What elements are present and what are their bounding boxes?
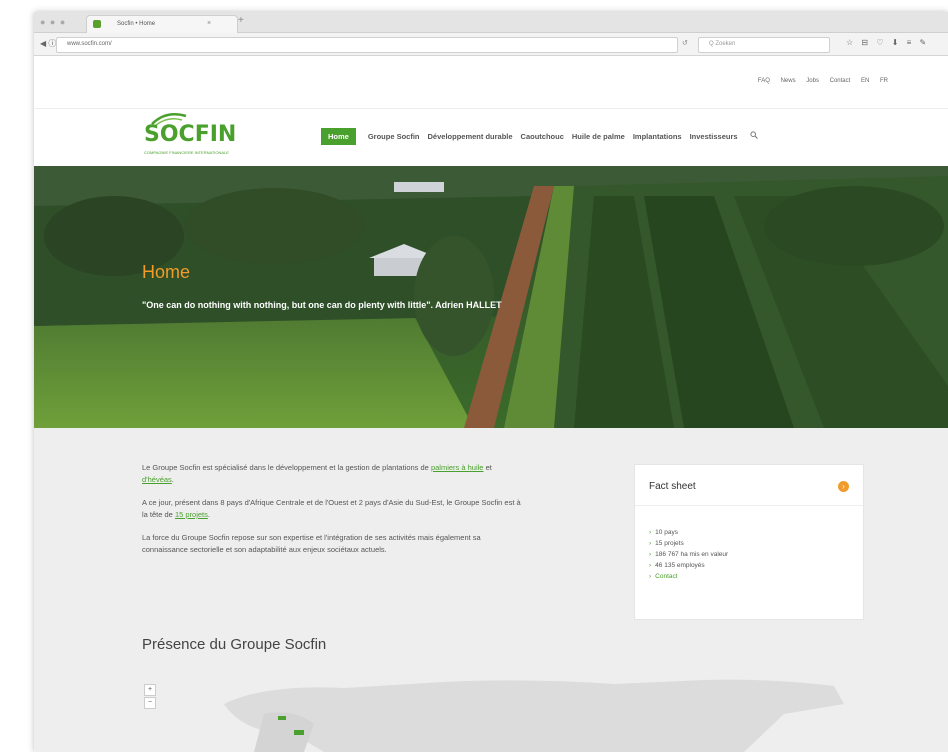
nav-developpement-durable[interactable]: Développement durable	[428, 132, 513, 141]
intro-paragraph-2: A ce jour, présent dans 8 pays d'Afrique…	[142, 497, 522, 521]
top-utility-nav: FAQ News Jobs Contact EN FR	[749, 78, 888, 84]
nav-investisseurs[interactable]: Investisseurs	[690, 132, 738, 141]
browser-search-input[interactable]: Q Zoeken	[698, 37, 830, 53]
topnav-faq[interactable]: FAQ	[758, 78, 770, 84]
favicon-icon	[93, 20, 101, 28]
map-zoom-in-button[interactable]: +	[144, 684, 156, 696]
tab-close-icon[interactable]: ×	[207, 20, 211, 27]
link-15-projets[interactable]: 15 projets	[175, 510, 208, 519]
intro-p1-end: .	[171, 475, 174, 484]
lang-en[interactable]: EN	[861, 78, 869, 84]
list-item: › 10 pays	[649, 527, 728, 538]
bullet-arrow-icon: ›	[649, 551, 652, 558]
fact-countries: 10 pays	[655, 529, 678, 536]
browser-tab[interactable]: Socfin • Home ×	[86, 15, 238, 33]
logo-text: SOCFIN	[144, 122, 237, 147]
fact-hectares: 186 767 ha mis en valeur	[655, 551, 729, 558]
topnav-news[interactable]: News	[781, 78, 796, 84]
list-item: › Contact	[649, 571, 728, 582]
intro-paragraph-3: La force du Groupe Socfin repose sur son…	[142, 533, 481, 554]
list-item: › 15 projets	[649, 538, 728, 549]
fact-sheet-arrow-icon[interactable]: ›	[838, 481, 849, 492]
map-zoom-out-button[interactable]: −	[144, 697, 156, 709]
fact-sheet-list: › 10 pays › 15 projets › 186 767 ha mis en …	[649, 527, 728, 582]
presence-title: Présence du Groupe Socfin	[142, 636, 327, 653]
browser-toolbar-icons[interactable]: ☆ ⊟ ♡ ⬇ ≡ ✎	[846, 38, 929, 47]
bullet-arrow-icon: ›	[649, 573, 652, 580]
fact-sheet-divider	[635, 505, 863, 506]
fact-contact-link[interactable]: Contact	[655, 573, 677, 580]
socfin-logo[interactable]: SOCFIN COMPAGNIE FINANCIERE INTERNATIONA…	[140, 113, 240, 162]
topnav-contact[interactable]: Contact	[830, 78, 851, 84]
tab-title: Socfin • Home	[117, 21, 156, 27]
link-heveas[interactable]: d'hévéas	[142, 475, 172, 484]
fact-sheet-card: Fact sheet › › 10 pays › 15 projets › 186 7…	[634, 464, 864, 620]
web-page: FAQ News Jobs Contact EN FR SOCFIN COMPA…	[34, 56, 948, 752]
nav-huile-de-palme[interactable]: Huile de palme	[572, 132, 625, 141]
link-palmiers-a-huile[interactable]: palmiers à huile	[431, 463, 484, 472]
search-icon[interactable]	[749, 131, 758, 141]
hero-quote: "One can do nothing with nothing, but on…	[142, 300, 502, 310]
map-zoom-controls: + −	[144, 684, 156, 710]
nav-groupe-socfin[interactable]: Groupe Socfin	[368, 132, 420, 141]
header-divider	[34, 108, 948, 109]
url-bar[interactable]: www.socfin.com/	[56, 37, 678, 53]
intro-p2-end: .	[207, 510, 210, 519]
nav-home[interactable]: Home	[321, 127, 356, 145]
browser-toolbar: ◀ ⓘ ↻ www.socfin.com/ ↺ Q Zoeken ☆ ⊟ ♡ ⬇…	[34, 33, 948, 56]
search-placeholder: Q Zoeken	[709, 41, 736, 47]
fact-employees: 46 135 employés	[655, 562, 705, 569]
reload-icon[interactable]: ↺	[682, 39, 688, 47]
world-map[interactable]	[144, 674, 844, 752]
fact-projects: 15 projets	[655, 540, 684, 547]
fact-sheet-title: Fact sheet	[649, 481, 696, 492]
nav-caoutchouc[interactable]: Caoutchouc	[521, 132, 564, 141]
logo-tagline: COMPAGNIE FINANCIERE INTERNATIONALE	[144, 150, 229, 155]
list-item: › 186 767 ha mis en valeur	[649, 549, 728, 560]
url-text: www.socfin.com/	[67, 41, 112, 47]
hero-plantation-image	[34, 166, 948, 428]
hero-title: Home	[142, 262, 191, 282]
nav-implantations[interactable]: Implantations	[633, 132, 682, 141]
bullet-arrow-icon: ›	[649, 529, 652, 536]
intro-p1-mid: et	[483, 463, 492, 472]
new-tab-button[interactable]: +	[238, 15, 244, 26]
topnav-jobs[interactable]: Jobs	[806, 78, 819, 84]
lang-fr[interactable]: FR	[880, 78, 888, 84]
bullet-arrow-icon: ›	[649, 540, 652, 547]
hero-banner: Home "One can do nothing with nothing, b…	[34, 166, 948, 428]
window-controls[interactable]: ● ● ●	[40, 17, 66, 27]
bullet-arrow-icon: ›	[649, 562, 652, 569]
main-content: Le Groupe Socfin est spécialisé dans le …	[34, 428, 948, 752]
main-navigation: Home Groupe Socfin Développement durable…	[321, 127, 758, 145]
intro-p1-text: Le Groupe Socfin est spécialisé dans le …	[142, 463, 431, 472]
browser-window: ● ● ● Socfin • Home × + ◀ ⓘ ↻ www.socfin…	[34, 12, 948, 752]
intro-text: Le Groupe Socfin est spécialisé dans le …	[142, 462, 522, 567]
browser-titlebar: ● ● ● Socfin • Home × +	[34, 12, 948, 33]
list-item: › 46 135 employés	[649, 560, 728, 571]
intro-paragraph-1: Le Groupe Socfin est spécialisé dans le …	[142, 462, 522, 486]
